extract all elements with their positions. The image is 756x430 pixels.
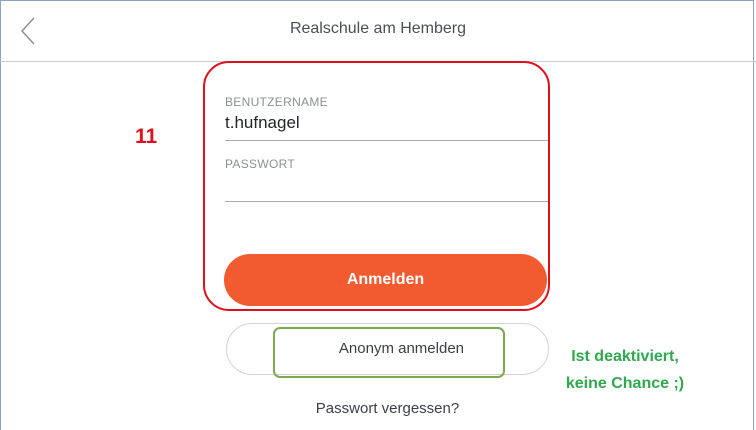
step-number-annotation: 11 — [135, 125, 158, 148]
note-line-2: keine Chance ;) — [565, 375, 685, 392]
header-bar: Realschule am Hemberg — [0, 0, 756, 62]
username-input[interactable]: t.hufnagel — [225, 113, 300, 133]
anonymous-login-highlight — [273, 327, 505, 378]
username-underline — [225, 140, 548, 141]
username-label: BENUTZERNAME — [225, 95, 328, 109]
page-title: Realschule am Hemberg — [289, 20, 467, 37]
note-line-1: Ist deaktiviert, — [571, 348, 679, 365]
password-label: PASSWORT — [225, 157, 295, 171]
disabled-note-annotation: Ist deaktiviert, keine Chance ;) — [545, 343, 705, 397]
login-button[interactable]: Anmelden — [224, 254, 547, 306]
forgot-password-link[interactable]: Passwort vergessen? — [226, 400, 549, 417]
password-input[interactable] — [225, 177, 548, 199]
password-underline — [225, 201, 548, 202]
